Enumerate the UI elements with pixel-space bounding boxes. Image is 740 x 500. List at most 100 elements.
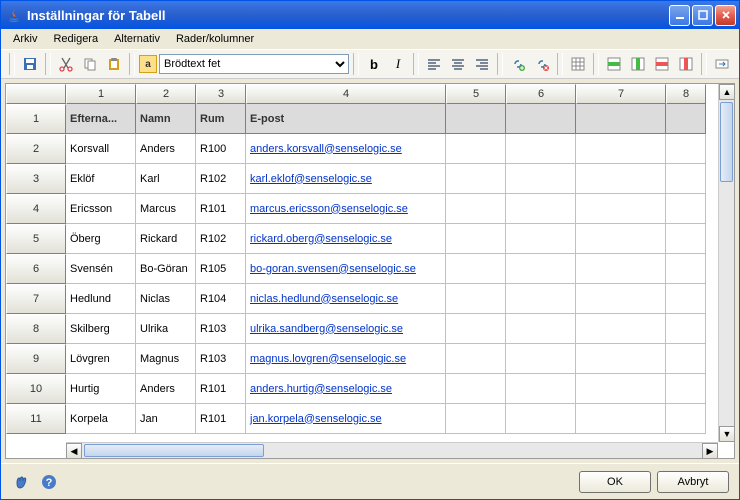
row-header[interactable]: 3 [6, 164, 66, 194]
cell-rum[interactable]: R102 [196, 224, 246, 254]
cell-epost[interactable]: rickard.oberg@senselogic.se [246, 224, 446, 254]
email-link[interactable]: marcus.ericsson@senselogic.se [250, 203, 408, 215]
row-delete-icon[interactable] [651, 53, 673, 75]
cell-efternamn[interactable]: Lövgren [66, 344, 136, 374]
cell-epost[interactable]: magnus.lovgren@senselogic.se [246, 344, 446, 374]
row-header[interactable]: 5 [6, 224, 66, 254]
copy-icon[interactable] [79, 53, 101, 75]
cell-epost[interactable]: anders.korsvall@senselogic.se [246, 134, 446, 164]
cell-rum[interactable]: R101 [196, 194, 246, 224]
cell-empty[interactable] [506, 224, 576, 254]
cancel-button[interactable]: Avbryt [657, 471, 729, 493]
column-label-namn[interactable]: Namn [136, 104, 196, 134]
cell-epost[interactable]: bo-goran.svensen@senselogic.se [246, 254, 446, 284]
cell-efternamn[interactable]: Eklöf [66, 164, 136, 194]
paste-icon[interactable] [103, 53, 125, 75]
cell-empty[interactable] [506, 404, 576, 434]
column-header[interactable]: 2 [136, 84, 196, 104]
minimize-button[interactable] [669, 5, 690, 26]
cell-empty[interactable] [666, 194, 706, 224]
cell-rum[interactable]: R101 [196, 374, 246, 404]
column-header[interactable]: 6 [506, 84, 576, 104]
cell-namn[interactable]: Niclas [136, 284, 196, 314]
link-add-icon[interactable] [507, 53, 529, 75]
cell-empty[interactable] [666, 314, 706, 344]
cell-empty[interactable] [506, 314, 576, 344]
cell-empty[interactable] [506, 254, 576, 284]
cell-efternamn[interactable]: Öberg [66, 224, 136, 254]
email-link[interactable]: jan.korpela@senselogic.se [250, 413, 382, 425]
row-header[interactable]: 1 [6, 104, 66, 134]
cell-empty[interactable] [666, 284, 706, 314]
cell-empty[interactable] [506, 284, 576, 314]
cell-empty[interactable] [446, 164, 506, 194]
horizontal-scrollbar[interactable]: ◀ ▶ [66, 442, 718, 458]
hand-icon[interactable] [11, 472, 31, 492]
titlebar[interactable]: Inställningar för Tabell [1, 1, 739, 29]
email-link[interactable]: rickard.oberg@senselogic.se [250, 233, 392, 245]
cell-empty[interactable] [446, 374, 506, 404]
email-link[interactable]: bo-goran.svensen@senselogic.se [250, 263, 416, 275]
cell-epost[interactable]: niclas.hedlund@senselogic.se [246, 284, 446, 314]
save-icon[interactable] [19, 53, 41, 75]
email-link[interactable]: karl.eklof@senselogic.se [250, 173, 372, 185]
col-delete-icon[interactable] [675, 53, 697, 75]
cell-epost[interactable]: ulrika.sandberg@senselogic.se [246, 314, 446, 344]
cell-epost[interactable]: jan.korpela@senselogic.se [246, 404, 446, 434]
cell-rum[interactable]: R100 [196, 134, 246, 164]
column-header[interactable]: 4 [246, 84, 446, 104]
align-left-icon[interactable] [423, 53, 445, 75]
row-header[interactable]: 2 [6, 134, 66, 164]
email-link[interactable]: niclas.hedlund@senselogic.se [250, 293, 398, 305]
scroll-thumb[interactable] [84, 444, 264, 457]
link-remove-icon[interactable] [531, 53, 553, 75]
column-header[interactable]: 1 [66, 84, 136, 104]
row-header[interactable]: 10 [6, 374, 66, 404]
column-header[interactable]: 7 [576, 84, 666, 104]
column-label-empty[interactable] [666, 104, 706, 134]
close-button[interactable] [715, 5, 736, 26]
cell-rum[interactable]: R102 [196, 164, 246, 194]
email-link[interactable]: anders.hurtig@senselogic.se [250, 383, 392, 395]
cell-efternamn[interactable]: Hurtig [66, 374, 136, 404]
column-header[interactable]: 5 [446, 84, 506, 104]
ok-button[interactable]: OK [579, 471, 651, 493]
cell-empty[interactable] [446, 314, 506, 344]
cell-rum[interactable]: R103 [196, 314, 246, 344]
row-insert-icon[interactable] [603, 53, 625, 75]
merge-cells-icon[interactable] [711, 53, 733, 75]
email-link[interactable]: magnus.lovgren@senselogic.se [250, 353, 406, 365]
column-label-efternamn[interactable]: Efterna... [66, 104, 136, 134]
cell-rum[interactable]: R105 [196, 254, 246, 284]
cell-empty[interactable] [506, 164, 576, 194]
cell-namn[interactable]: Bo-Göran [136, 254, 196, 284]
cell-empty[interactable] [446, 134, 506, 164]
column-header[interactable]: 8 [666, 84, 706, 104]
cell-namn[interactable]: Jan [136, 404, 196, 434]
row-header[interactable]: 9 [6, 344, 66, 374]
cell-empty[interactable] [446, 284, 506, 314]
email-link[interactable]: ulrika.sandberg@senselogic.se [250, 323, 403, 335]
row-header[interactable]: 11 [6, 404, 66, 434]
format-dropdown[interactable]: Brödtext fet [159, 54, 349, 74]
menu-alternativ[interactable]: Alternativ [106, 31, 168, 47]
cell-empty[interactable] [666, 344, 706, 374]
cell-epost[interactable]: marcus.ericsson@senselogic.se [246, 194, 446, 224]
cell-empty[interactable] [666, 134, 706, 164]
cell-empty[interactable] [576, 284, 666, 314]
column-header[interactable]: 3 [196, 84, 246, 104]
cell-epost[interactable]: anders.hurtig@senselogic.se [246, 374, 446, 404]
cell-empty[interactable] [666, 224, 706, 254]
row-header[interactable]: 6 [6, 254, 66, 284]
cell-efternamn[interactable]: Hedlund [66, 284, 136, 314]
cell-empty[interactable] [576, 314, 666, 344]
cell-empty[interactable] [506, 374, 576, 404]
italic-icon[interactable]: I [387, 53, 409, 75]
cell-empty[interactable] [506, 344, 576, 374]
column-label-epost[interactable]: E-post [246, 104, 446, 134]
scroll-thumb[interactable] [720, 102, 733, 182]
row-header[interactable]: 4 [6, 194, 66, 224]
align-center-icon[interactable] [447, 53, 469, 75]
column-label-empty[interactable] [576, 104, 666, 134]
cell-rum[interactable]: R103 [196, 344, 246, 374]
